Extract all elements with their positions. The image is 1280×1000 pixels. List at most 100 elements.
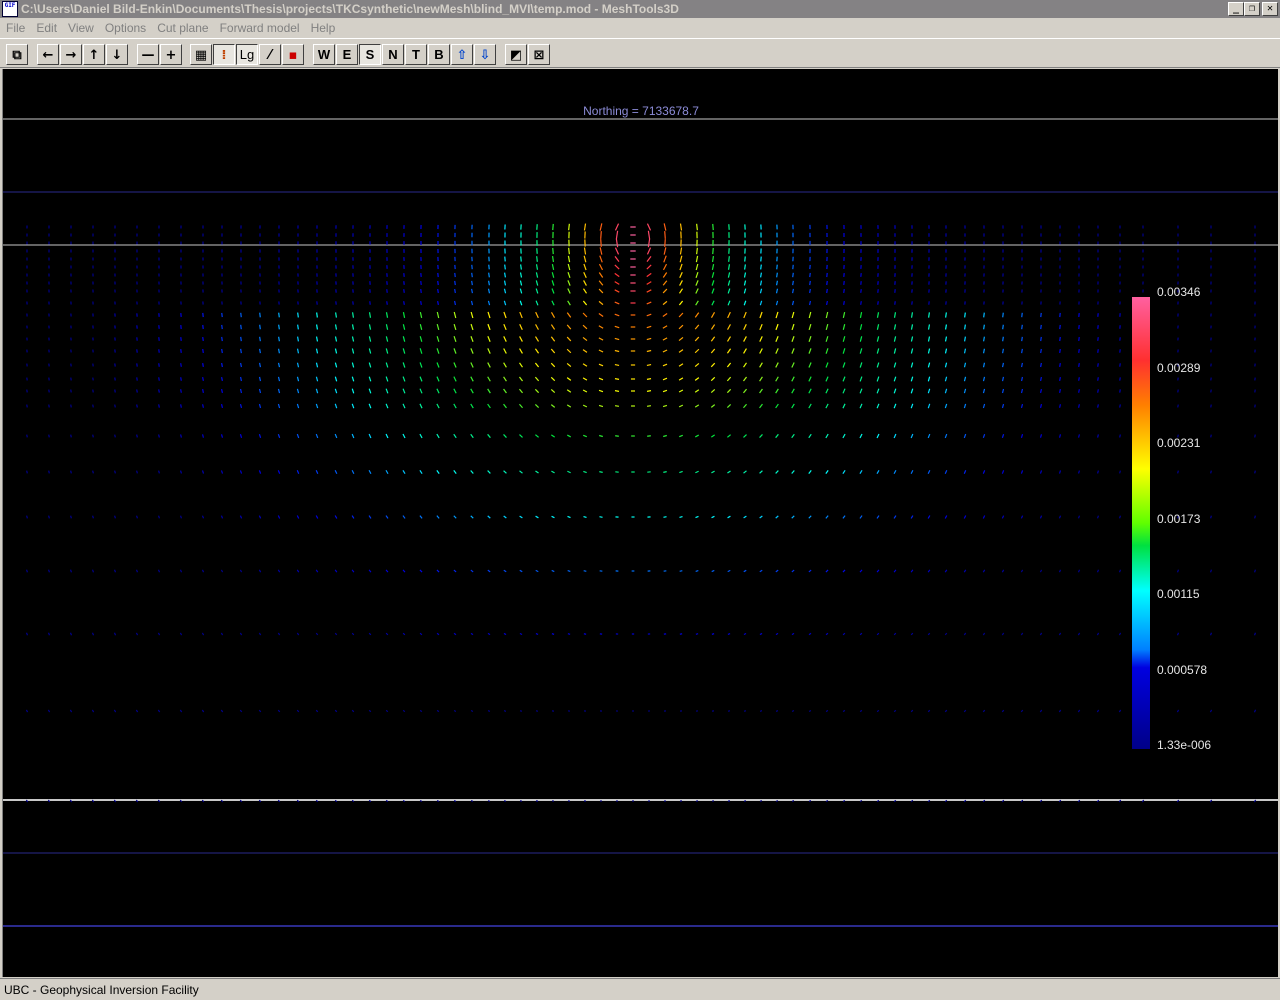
field-vector [503,403,507,409]
field-vector [859,336,863,342]
field-vector [775,388,779,394]
fit-button[interactable]: ⊠ [528,44,550,65]
copy-button[interactable]: ⧉ [6,44,28,65]
field-vector [711,515,715,519]
field-vector [791,376,795,382]
field-vector [487,280,491,286]
menu-file[interactable]: File [0,21,30,35]
field-vector [859,469,863,475]
field-vector [220,709,224,713]
menu-options[interactable]: Options [99,21,151,35]
menu-cut-plane[interactable]: Cut plane [151,21,213,35]
view-south-button[interactable]: S [359,44,381,65]
title-bar[interactable]: GIF C:\Users\Daniel Bild-Enkin\Documents… [0,0,1280,18]
field-vector [583,271,587,279]
field-vector [727,300,731,306]
field-vector [1119,434,1121,438]
field-vector [551,633,555,635]
pan-up-button[interactable]: ↑ [83,44,105,65]
export-down-button[interactable]: ⇩ [474,44,496,65]
field-vector [775,515,779,519]
field-vector [368,376,372,382]
field-vector [551,515,555,519]
field-vector [385,709,389,713]
view-north-button[interactable]: N [382,44,404,65]
field-vector [791,311,795,319]
field-vector [598,389,604,393]
colorbar-toggle-button[interactable]: ⁞ [213,44,235,65]
field-vector [1118,515,1122,519]
field-vector [1058,470,1062,474]
field-vector [534,376,540,382]
field-vector [114,404,116,408]
zoom-out-button[interactable]: — [137,44,159,65]
field-vector [503,569,507,573]
field-vector [894,301,896,305]
field-vector [809,288,811,294]
field-vector [334,403,338,409]
field-vector [598,349,604,353]
field-vector [419,515,423,519]
maximize-button[interactable]: ❐ [1244,2,1260,16]
colorbar-label: 0.00289 [1157,361,1201,375]
toolbar: ⧉ ← → ↑ ↓ — + ▦ ⁞ Lg ⁄ ▪ W E S N T B ⇧ ⇩… [0,38,1280,68]
field-vector [566,404,572,408]
pan-left-button[interactable]: ← [37,44,59,65]
field-vector [825,323,829,331]
pan-down-button[interactable]: ↓ [106,44,128,65]
zoom-in-button[interactable]: + [160,44,182,65]
field-vector [963,388,967,394]
field-vector [743,288,747,294]
field-vector [775,376,779,382]
field-vector [876,709,880,713]
field-vector [859,569,863,573]
field-vector [1001,403,1005,409]
close-button[interactable]: ✕ [1262,2,1278,16]
view-east-button[interactable]: E [336,44,358,65]
field-vector [334,569,338,573]
pan-right-button[interactable]: → [60,44,82,65]
field-vector [551,272,555,278]
menu-view[interactable]: View [62,21,99,35]
export-up-button[interactable]: ⇧ [451,44,473,65]
field-vector [582,300,588,306]
field-vector [743,470,747,474]
menu-forward-model[interactable]: Forward model [214,21,305,35]
field-vector [646,349,652,353]
field-vector [808,376,812,382]
field-vector [710,389,716,393]
field-vector [711,280,715,286]
field-vector [1040,348,1042,354]
field-vector [711,255,715,263]
view-bottom-button[interactable]: B [428,44,450,65]
field-vector [825,470,829,474]
field-vector [583,263,587,271]
field-vector [711,264,715,270]
menu-help[interactable]: Help [305,21,341,35]
field-vector [910,433,914,439]
field-vector [614,325,620,329]
section-button[interactable]: ◩ [505,44,527,65]
log-scale-button[interactable]: Lg [236,44,258,65]
field-vector [487,336,491,342]
field-vector [1254,515,1256,519]
ratio-button[interactable]: ⁄ [259,44,281,65]
model-view-canvas[interactable]: Northing = 7133678.7 0.00346 0.00289 0.0… [2,69,1278,977]
field-vector [436,709,440,713]
field-vector [240,348,242,354]
field-vector [487,403,491,409]
grid-toggle-button[interactable]: ▦ [190,44,212,65]
field-vector [825,433,829,439]
menu-edit[interactable]: Edit [30,21,62,35]
field-vector [662,313,668,317]
view-top-button[interactable]: T [405,44,427,65]
palette-button[interactable]: ▪ [282,44,304,65]
view-west-button[interactable]: W [313,44,335,65]
field-vector [519,300,523,306]
minimize-button[interactable]: _ [1228,2,1244,16]
field-vector [1078,363,1080,367]
field-vector [1001,709,1005,713]
field-vector [566,434,572,438]
field-vector [927,709,931,713]
field-vector [503,300,507,306]
